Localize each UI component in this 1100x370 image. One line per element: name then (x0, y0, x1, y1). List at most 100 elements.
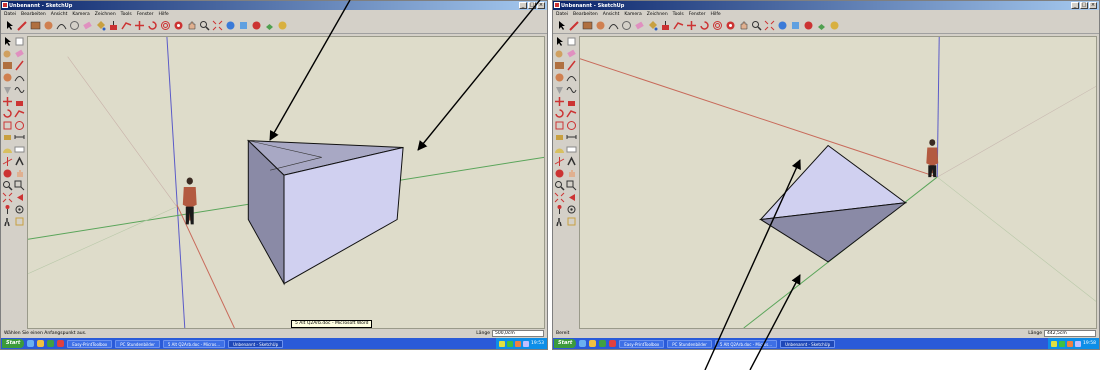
share-model-icon[interactable] (251, 20, 262, 31)
app-icon[interactable] (609, 340, 617, 347)
app-icon[interactable] (57, 340, 65, 347)
push-pull-icon[interactable] (660, 20, 671, 31)
arc-icon[interactable] (566, 72, 577, 83)
pan-icon[interactable] (14, 168, 25, 179)
scale-icon[interactable] (2, 120, 13, 131)
layers-icon[interactable] (816, 20, 827, 31)
tray-icon[interactable] (1059, 340, 1066, 347)
folder-icon[interactable] (589, 340, 597, 347)
arc-icon[interactable] (14, 72, 25, 83)
move-icon[interactable] (686, 20, 697, 31)
shape-icon[interactable] (69, 20, 80, 31)
push-pull-icon[interactable] (108, 20, 119, 31)
menu-datei[interactable]: Datei (556, 12, 568, 17)
drawing-viewport[interactable] (579, 36, 1097, 329)
menu-hilfe[interactable]: Hilfe (710, 12, 720, 17)
walk-icon[interactable] (554, 216, 565, 227)
tray-icon[interactable] (1075, 340, 1082, 347)
paint-bucket-icon[interactable] (2, 48, 13, 59)
ie-icon[interactable] (27, 340, 35, 347)
zoom-extents-icon[interactable] (212, 20, 223, 31)
menu-tools[interactable]: Tools (121, 12, 132, 17)
menu-kamera[interactable]: Kamera (624, 12, 641, 17)
tray-icon[interactable] (499, 340, 506, 347)
taskbar-item-word[interactable]: 5 Alt Q2Arb.doc - Micros... (162, 339, 226, 348)
rotate-icon[interactable] (554, 108, 565, 119)
folder-icon[interactable] (37, 340, 45, 347)
zoom-icon[interactable] (2, 180, 13, 191)
minimize-button[interactable]: _ (519, 2, 527, 9)
orbit-icon[interactable] (173, 20, 184, 31)
menu-hilfe[interactable]: Hilfe (158, 12, 168, 17)
scale-icon[interactable] (554, 120, 565, 131)
paint-bucket-icon[interactable] (95, 20, 106, 31)
menu-bearbeiten[interactable]: Bearbeiten (21, 12, 46, 17)
taskbar-item-easyprint[interactable]: Easy-PrintToolbox (619, 339, 665, 348)
section-plane-icon[interactable] (14, 216, 25, 227)
offset-icon[interactable] (566, 120, 577, 131)
eraser-icon[interactable] (566, 48, 577, 59)
menu-datei[interactable]: Datei (4, 12, 16, 17)
box-model[interactable] (247, 139, 404, 286)
pencil-icon[interactable] (17, 20, 28, 31)
3d-text-icon[interactable] (566, 156, 577, 167)
walk-icon[interactable] (2, 216, 13, 227)
get-models-icon[interactable] (790, 20, 801, 31)
taskbar-item-stundenbilder[interactable]: PC Stundenbilder (115, 339, 160, 348)
select-icon[interactable] (556, 20, 567, 31)
position-camera-icon[interactable] (554, 204, 565, 215)
make-component-icon[interactable] (566, 36, 577, 47)
rectangle-icon[interactable] (554, 60, 565, 71)
taskbar-item-stundenbilder[interactable]: PC Stundenbilder (667, 339, 712, 348)
arc-icon[interactable] (56, 20, 67, 31)
rectangle-icon[interactable] (582, 20, 593, 31)
zoom-extents-icon[interactable] (554, 192, 565, 203)
move-icon[interactable] (2, 96, 13, 107)
look-around-icon[interactable] (14, 204, 25, 215)
close-button[interactable]: × (1089, 2, 1097, 9)
maximize-button[interactable]: □ (1080, 2, 1088, 9)
eraser-icon[interactable] (82, 20, 93, 31)
taskbar-item-word[interactable]: 5 Alt Q2Arb.doc - Micros... (714, 339, 778, 348)
select-icon[interactable] (2, 36, 13, 47)
shape-icon[interactable] (621, 20, 632, 31)
tray-icon[interactable] (1067, 340, 1074, 347)
zoom-icon[interactable] (554, 180, 565, 191)
start-button[interactable]: Start (2, 339, 25, 348)
paint-bucket-icon[interactable] (647, 20, 658, 31)
menu-tools[interactable]: Tools (673, 12, 684, 17)
polygon-icon[interactable] (2, 84, 13, 95)
menu-fenster[interactable]: Fenster (137, 12, 154, 17)
taskbar-item-easyprint[interactable]: Easy-PrintToolbox (67, 339, 113, 348)
zoom-icon[interactable] (751, 20, 762, 31)
previous-view-icon[interactable] (14, 192, 25, 203)
pan-icon[interactable] (186, 20, 197, 31)
follow-me-icon[interactable] (673, 20, 684, 31)
google-earth-icon[interactable] (277, 20, 288, 31)
circle-icon[interactable] (595, 20, 606, 31)
tray-icon[interactable] (523, 340, 530, 347)
push-pull-icon[interactable] (14, 96, 25, 107)
tape-measure-icon[interactable] (2, 132, 13, 143)
media-icon[interactable] (599, 340, 607, 347)
close-button[interactable]: × (537, 2, 545, 9)
line-icon[interactable] (566, 60, 577, 71)
get-models-icon[interactable] (238, 20, 249, 31)
menu-zeichnen[interactable]: Zeichnen (647, 12, 668, 17)
title-bar[interactable]: Unbenannt - SketchUp _ □ × (553, 1, 1099, 10)
text-icon[interactable] (14, 144, 25, 155)
rotate-icon[interactable] (699, 20, 710, 31)
zoom-icon[interactable] (199, 20, 210, 31)
axes-icon[interactable] (2, 156, 13, 167)
taskbar-item-sketchup[interactable]: Unbenannt - SketchUp (228, 339, 284, 348)
drawing-viewport[interactable] (27, 36, 545, 329)
components-icon[interactable] (225, 20, 236, 31)
orbit-icon[interactable] (725, 20, 736, 31)
3d-text-icon[interactable] (14, 156, 25, 167)
model-canvas[interactable] (28, 37, 544, 328)
menu-ansicht[interactable]: Ansicht (603, 12, 620, 17)
text-icon[interactable] (566, 144, 577, 155)
ie-icon[interactable] (579, 340, 587, 347)
circle-icon[interactable] (554, 72, 565, 83)
maximize-button[interactable]: □ (528, 2, 536, 9)
